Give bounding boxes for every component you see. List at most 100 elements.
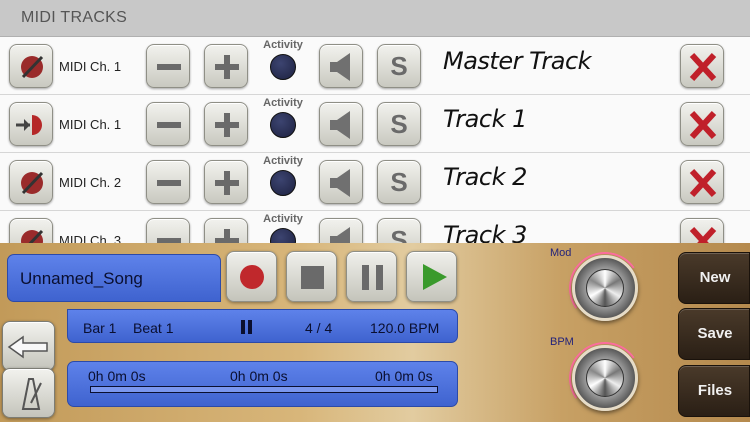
record-arm-button[interactable] [9, 102, 53, 146]
metronome-icon [21, 378, 42, 410]
speaker-icon [330, 111, 350, 139]
play-icon [423, 264, 447, 290]
new-button-label: New [699, 269, 731, 286]
mute-button[interactable] [319, 160, 363, 204]
delete-track-button[interactable] [680, 160, 724, 204]
mute-button[interactable] [319, 218, 363, 243]
solo-button[interactable]: S [377, 102, 421, 146]
minus-icon [157, 180, 181, 186]
channel-plus-button[interactable] [204, 160, 248, 204]
speaker-icon [330, 169, 350, 197]
bpm-knob[interactable] [572, 345, 638, 411]
channel-label[interactable]: MIDI Ch. 2 [59, 175, 121, 190]
track-row: MIDI Ch. 2 Activity S Track 2 [0, 153, 750, 211]
stop-icon [301, 266, 324, 289]
knob-cap [586, 359, 624, 397]
record-icon [240, 265, 264, 289]
channel-label[interactable]: MIDI Ch. 1 [59, 117, 121, 132]
bar-counter: Bar 1 [83, 320, 117, 336]
plus-icon [215, 55, 239, 79]
timeline-display[interactable]: 0h 0m 0s 0h 0m 0s 0h 0m 0s [67, 361, 458, 407]
track-name[interactable]: Master Track [443, 47, 592, 75]
plus-icon [215, 229, 239, 243]
time-current: 0h 0m 0s [230, 368, 288, 384]
track-list[interactable]: MIDI Ch. 1 Activity S Master Track MIDI … [0, 37, 750, 243]
delete-track-button[interactable] [680, 218, 724, 243]
new-button[interactable]: New [678, 252, 750, 304]
time-signature: 4 / 4 [305, 320, 333, 336]
solo-button[interactable]: S [377, 160, 421, 204]
close-icon [689, 110, 717, 140]
activity-label: Activity [263, 213, 303, 225]
speaker-icon [330, 53, 350, 81]
mod-label: Mod [550, 247, 572, 259]
pause-status-icon [241, 320, 245, 334]
record-disabled-icon [21, 229, 44, 243]
page-title: MIDI TRACKS [21, 9, 128, 26]
beat-counter: Beat 1 [133, 320, 174, 336]
activity-indicator [270, 112, 296, 138]
save-button-label: Save [697, 325, 733, 342]
mute-button[interactable] [319, 44, 363, 88]
record-button[interactable] [226, 251, 277, 302]
track-row: MIDI Ch. 1 Activity S Track 1 [0, 95, 750, 153]
channel-label[interactable]: MIDI Ch. 3 [59, 233, 121, 243]
record-armed-icon [16, 115, 42, 135]
channel-plus-button[interactable] [204, 218, 248, 243]
channel-minus-button[interactable] [146, 102, 190, 146]
files-button-label: Files [697, 382, 733, 399]
delete-track-button[interactable] [680, 44, 724, 88]
track-name[interactable]: Track 1 [443, 105, 527, 133]
channel-minus-button[interactable] [146, 160, 190, 204]
song-name-display[interactable]: Unnamed_Song [7, 254, 221, 302]
record-arm-button[interactable] [9, 218, 53, 243]
time-end: 0h 0m 0s [375, 368, 433, 384]
metronome-button[interactable] [2, 368, 55, 418]
track-row: MIDI Ch. 3 Activity S Track 3 [0, 211, 750, 243]
channel-minus-button[interactable] [146, 44, 190, 88]
stop-button[interactable] [286, 251, 337, 302]
track-name[interactable]: Track 2 [443, 163, 527, 191]
activity-label: Activity [263, 39, 303, 51]
timeline-scrubber[interactable] [90, 386, 438, 393]
record-disabled-icon [21, 171, 44, 195]
arrow-left-icon [7, 335, 48, 359]
channel-plus-button[interactable] [204, 102, 248, 146]
files-button[interactable]: Files [678, 365, 750, 417]
tempo-display: 120.0 BPM [370, 320, 440, 336]
delete-track-button[interactable] [680, 102, 724, 146]
solo-button[interactable]: S [377, 44, 421, 88]
save-button[interactable]: Save [678, 308, 750, 360]
time-start: 0h 0m 0s [88, 368, 146, 384]
record-disabled-icon [21, 55, 44, 79]
close-icon [689, 52, 717, 82]
activity-indicator [270, 54, 296, 80]
record-arm-button[interactable] [9, 160, 53, 204]
pause-icon [362, 265, 383, 290]
activity-label: Activity [263, 97, 303, 109]
channel-minus-button[interactable] [146, 218, 190, 243]
bpm-label: BPM [550, 336, 574, 348]
mod-knob[interactable] [572, 255, 638, 321]
transport-panel: Unnamed_Song Bar 1 Beat 1 4 / 4 120.0 BP… [0, 243, 750, 422]
plus-icon [215, 113, 239, 137]
mute-button[interactable] [319, 102, 363, 146]
pause-status-icon [248, 320, 252, 334]
song-name: Unnamed_Song [20, 269, 143, 288]
header: MIDI TRACKS [0, 0, 750, 37]
channel-label[interactable]: MIDI Ch. 1 [59, 59, 121, 74]
track-name[interactable]: Track 3 [443, 221, 527, 243]
solo-button[interactable]: S [377, 218, 421, 243]
speaker-icon [330, 227, 350, 243]
close-icon [689, 226, 717, 243]
activity-indicator [270, 170, 296, 196]
position-display: Bar 1 Beat 1 4 / 4 120.0 BPM [67, 309, 458, 343]
channel-plus-button[interactable] [204, 44, 248, 88]
pause-button[interactable] [346, 251, 397, 302]
record-arm-button[interactable] [9, 44, 53, 88]
plus-icon [215, 171, 239, 195]
knob-cap [586, 269, 624, 307]
play-button[interactable] [406, 251, 457, 302]
back-button[interactable] [2, 321, 55, 371]
activity-indicator [270, 228, 296, 243]
